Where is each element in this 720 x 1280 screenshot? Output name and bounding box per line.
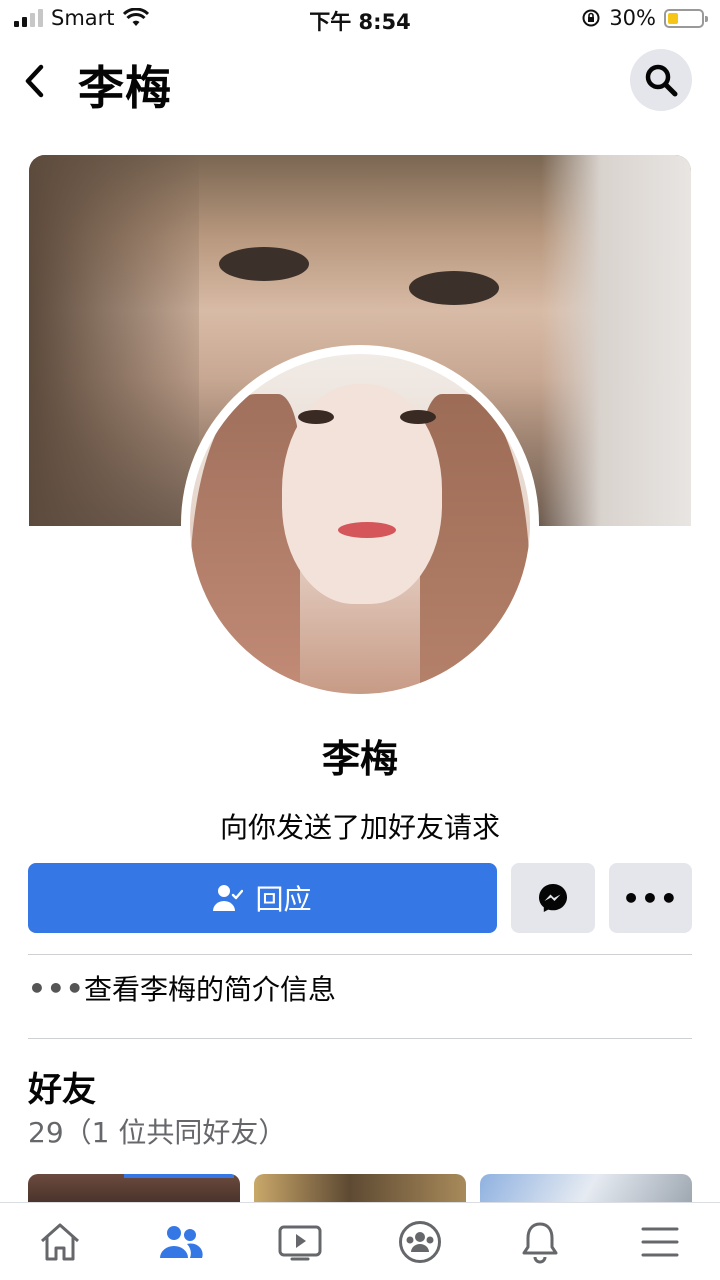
friends-count: 29（1 位共同好友） <box>28 1116 287 1149</box>
tab-home[interactable] <box>12 1207 108 1277</box>
search-icon <box>645 64 678 97</box>
person-check-icon <box>213 885 244 911</box>
search-button[interactable] <box>630 49 692 111</box>
ellipsis-icon: ••• <box>28 971 85 1005</box>
respond-label: 回应 <box>255 883 312 916</box>
menu-icon <box>641 1227 679 1256</box>
status-right: 30% <box>581 6 708 30</box>
profile-avatar[interactable] <box>181 345 539 703</box>
tab-groups[interactable] <box>372 1207 468 1277</box>
tab-menu[interactable] <box>612 1207 708 1277</box>
more-options-button[interactable]: ••• <box>609 863 692 933</box>
about-info-row[interactable]: ••• 查看李梅的简介信息 <box>28 962 692 1014</box>
battery-fill <box>668 12 678 24</box>
status-bar: Smart 下午 8:54 30% <box>0 0 720 40</box>
page-title: 李梅 <box>78 61 172 115</box>
video-icon <box>278 1225 322 1260</box>
battery-percent: 30% <box>609 6 656 30</box>
profile-name: 李梅 <box>321 737 398 781</box>
bottom-tab-bar <box>0 1202 720 1280</box>
divider <box>28 954 692 955</box>
tab-friends[interactable] <box>132 1207 228 1277</box>
messenger-button[interactable] <box>511 863 595 933</box>
back-button[interactable] <box>16 58 52 104</box>
about-info-label: 查看李梅的简介信息 <box>84 973 337 1006</box>
tab-notifications[interactable] <box>492 1207 588 1277</box>
tab-watch[interactable] <box>252 1207 348 1277</box>
battery-icon <box>664 8 708 28</box>
avatar-photo <box>190 354 530 694</box>
friends-section-title: 好友 <box>28 1070 96 1110</box>
groups-icon <box>399 1220 441 1263</box>
header: 李梅 <box>0 40 720 124</box>
friends-icon <box>160 1225 203 1258</box>
respond-button[interactable]: 回应 <box>28 863 497 933</box>
more-icon: ••• <box>622 881 679 915</box>
friend-request-text: 向你发送了加好友请求 <box>219 811 500 844</box>
bell-icon <box>522 1222 558 1263</box>
chevron-left-icon <box>25 64 44 98</box>
messenger-icon <box>539 884 567 912</box>
rotation-lock-icon <box>582 9 600 27</box>
home-icon <box>41 1223 79 1260</box>
divider <box>28 1038 692 1039</box>
